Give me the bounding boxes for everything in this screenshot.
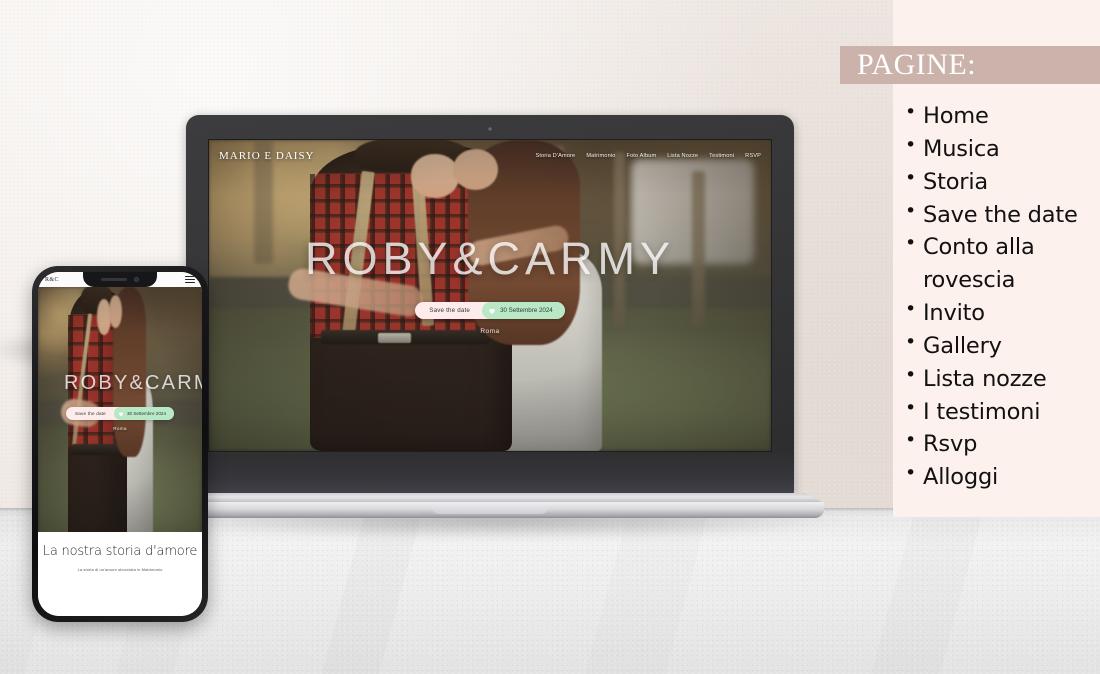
nav-item-lista-nozze[interactable]: Lista Nozze [667, 153, 698, 159]
earpiece-speaker [101, 278, 127, 281]
nav-item-foto-album[interactable]: Foto Album [626, 153, 656, 159]
phone-hero-location: Roma [113, 426, 127, 431]
pagine-heading: PAGINE: [857, 48, 977, 81]
hero-overlay: ROBY&CARMY Save the date 30 Settembre 20… [209, 236, 771, 335]
save-the-date-label: Save the date [429, 307, 471, 314]
laptop-base-notch [432, 506, 548, 514]
laptop-screen: MARIO E DAISY Storia D'Amore Matrimonio … [208, 139, 772, 452]
list-item[interactable]: I testimoni [905, 395, 1095, 429]
site-nav-links: Storia D'Amore Matrimonio Foto Album Lis… [535, 153, 761, 159]
list-item[interactable]: Storia [905, 165, 1095, 199]
nav-item-rsvp[interactable]: RSVP [745, 153, 761, 159]
phone-wedding-date-chip: 30 Settembre 2024 [113, 407, 175, 420]
hero-couple-names: ROBY&CARMY [304, 233, 676, 284]
list-item[interactable]: Invito [905, 296, 1095, 330]
wedding-date-text: 30 Settembre 2024 [500, 307, 553, 314]
pagine-banner: PAGINE: [840, 46, 1100, 84]
pages-list: Home Musica Storia Save the date Conto a… [905, 99, 1095, 494]
heart-icon [118, 411, 124, 417]
phone-mockup: ROBY&CARM Save the date 30 Settembre 202… [32, 266, 208, 622]
phone-hero: ROBY&CARM Save the date 30 Settembre 202… [38, 287, 202, 544]
list-item[interactable]: Gallery [905, 329, 1095, 363]
phone-site-logo[interactable]: R&C [45, 277, 59, 283]
phone-story-section: La nostra storia d'amore La storia di un… [38, 532, 202, 616]
phone-save-the-date-label: Save the date [74, 411, 106, 416]
phone-hero-overlay: ROBY&CARM Save the date 30 Settembre 202… [38, 373, 202, 431]
hamburger-menu-icon[interactable] [185, 275, 195, 284]
phone-hero-couple-names: ROBY&CARM [64, 372, 202, 394]
list-item[interactable]: Alloggi [905, 460, 1095, 494]
save-the-date-pill[interactable]: Save the date 30 Settembre 2024 [415, 302, 565, 319]
phone-screen: ROBY&CARM Save the date 30 Settembre 202… [38, 272, 202, 616]
heart-icon [488, 307, 496, 315]
phone-section-subtitle: La storia di un'amore sbocciata in Matri… [77, 567, 163, 573]
nav-item-testimoni[interactable]: Testimoni [709, 153, 734, 159]
phone-notch [83, 272, 157, 287]
front-camera-icon [134, 277, 139, 282]
laptop-mockup: MARIO E DAISY Storia D'Amore Matrimonio … [156, 115, 824, 527]
nav-item-storia-damore[interactable]: Storia D'Amore [535, 153, 575, 159]
webcam-icon [488, 127, 492, 131]
list-item[interactable]: Home [905, 99, 1095, 133]
list-item[interactable]: Lista nozze [905, 362, 1095, 396]
mockup-scene: PAGINE: Home Musica Storia Save the date… [0, 0, 1100, 674]
phone-section-title: La nostra storia d'amore [42, 544, 198, 559]
list-item[interactable]: Musica [905, 132, 1095, 166]
wedding-date-chip: 30 Settembre 2024 [482, 302, 565, 319]
phone-body: ROBY&CARM Save the date 30 Settembre 202… [32, 266, 208, 622]
list-item[interactable]: Rsvp [905, 427, 1095, 461]
list-item[interactable]: Conto alla rovescia [905, 230, 1095, 297]
list-item[interactable]: Save the date [905, 198, 1095, 232]
site-navbar: MARIO E DAISY Storia D'Amore Matrimonio … [209, 140, 771, 172]
nav-item-matrimonio[interactable]: Matrimonio [586, 153, 615, 159]
site-logo[interactable]: MARIO E DAISY [219, 150, 315, 162]
hero-location: Roma [480, 328, 500, 335]
laptop-lid-chin [186, 454, 794, 495]
laptop-base [156, 493, 824, 523]
laptop-lid: MARIO E DAISY Storia D'Amore Matrimonio … [186, 115, 794, 495]
phone-save-the-date-pill[interactable]: Save the date 30 Settembre 2024 [65, 407, 175, 420]
phone-wedding-date-text: 30 Settembre 2024 [126, 411, 167, 416]
